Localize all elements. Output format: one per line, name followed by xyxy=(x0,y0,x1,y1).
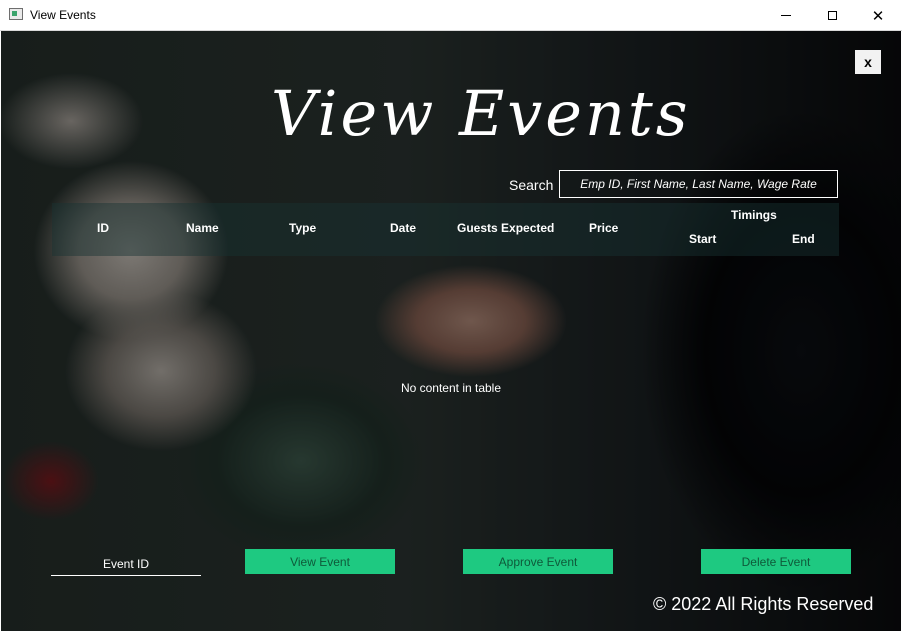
copyright-footer: © 2022 All Rights Reserved xyxy=(653,594,874,614)
app-window-icon xyxy=(9,8,23,20)
delete-event-button[interactable]: Delete Event xyxy=(701,549,851,574)
minimize-icon xyxy=(781,15,791,16)
column-header-name[interactable]: Name xyxy=(186,221,219,235)
column-header-start[interactable]: Start xyxy=(689,232,716,246)
column-header-guests-expected[interactable]: Guests Expected xyxy=(457,221,554,235)
column-group-timings: Timings xyxy=(731,208,777,222)
page-title: View Events xyxy=(271,77,691,150)
column-header-type[interactable]: Type xyxy=(289,221,316,235)
maximize-icon xyxy=(827,11,837,20)
events-table-header: ID Name Type Date Guests Expected Price … xyxy=(52,203,839,256)
table-empty-message: No content in table xyxy=(400,381,502,395)
close-icon: ✕ xyxy=(871,6,885,25)
minimize-button[interactable] xyxy=(763,0,809,31)
window-titlebar: View Events ✕ xyxy=(0,0,902,31)
approve-event-button[interactable]: Approve Event xyxy=(463,549,613,574)
window-close-button[interactable]: ✕ xyxy=(855,0,901,31)
event-id-input[interactable] xyxy=(51,552,201,576)
maximize-button[interactable] xyxy=(809,0,855,31)
search-label: Search xyxy=(509,177,554,193)
column-header-id[interactable]: ID xyxy=(97,221,109,235)
close-view-button[interactable]: x xyxy=(855,50,881,74)
window-title: View Events xyxy=(30,8,96,22)
column-header-date[interactable]: Date xyxy=(390,221,416,235)
column-header-price[interactable]: Price xyxy=(589,221,618,235)
column-header-end[interactable]: End xyxy=(792,232,815,246)
search-input[interactable] xyxy=(559,170,838,198)
view-event-button[interactable]: View Event xyxy=(245,549,395,574)
main-panel: View Events x Search ID Name Type Date G… xyxy=(1,31,901,631)
